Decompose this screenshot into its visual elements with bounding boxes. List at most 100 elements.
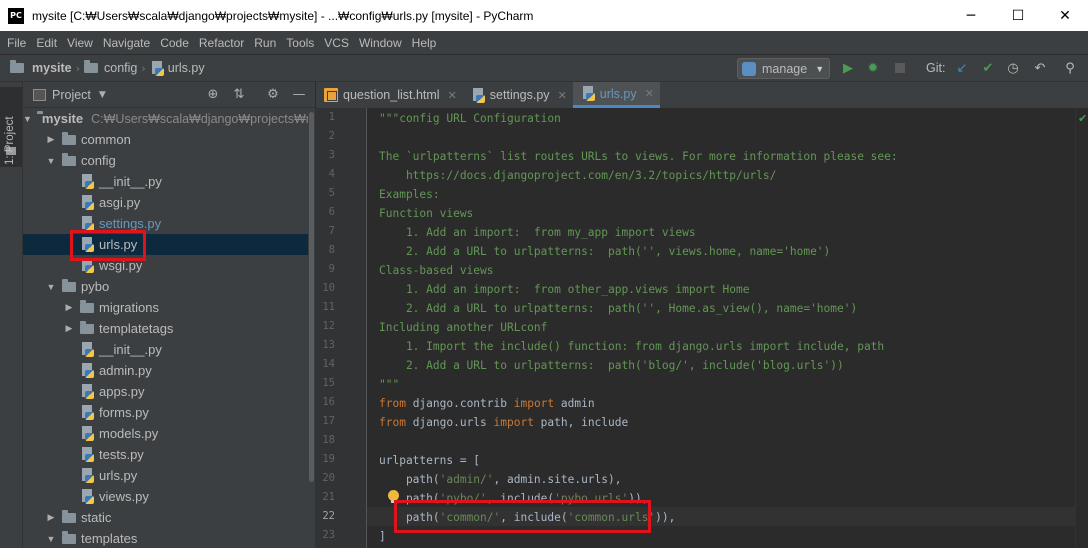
code-token: )), bbox=[655, 511, 676, 524]
expanded-arrow-icon[interactable]: ▼ bbox=[45, 282, 57, 292]
code-editor[interactable]: """config URL Configuration The `urlpatte… bbox=[367, 108, 1075, 548]
collapsed-arrow-icon[interactable]: ▶ bbox=[45, 134, 57, 145]
code-token: 2. Add a URL to urlpatterns: path('', vi… bbox=[379, 245, 831, 258]
tree-item-label: templates bbox=[81, 531, 138, 546]
tree-item-label: __init__.py bbox=[99, 174, 162, 189]
expanded-arrow-icon[interactable]: ▼ bbox=[45, 156, 57, 166]
tree-folder-item[interactable]: ▶ common bbox=[23, 129, 308, 150]
tree-file-item[interactable]: urls.py bbox=[23, 465, 308, 486]
expanded-arrow-icon[interactable]: ▼ bbox=[23, 114, 32, 124]
chevron-down-icon[interactable]: ▼ bbox=[99, 90, 106, 100]
editor-scrollbar[interactable]: ✔ bbox=[1075, 108, 1088, 548]
tree-file-item[interactable]: __init__.py bbox=[23, 339, 308, 360]
project-scrollbar[interactable] bbox=[308, 108, 315, 548]
tree-file-item[interactable]: __init__.py bbox=[23, 171, 308, 192]
tree-file-item[interactable]: tests.py bbox=[23, 444, 308, 465]
breadcrumb-file[interactable]: urls.py bbox=[150, 60, 205, 76]
editor-tab[interactable]: settings.py ✕ bbox=[463, 82, 573, 108]
tree-folder-item[interactable]: ▶ templatetags bbox=[23, 318, 308, 339]
menu-item-navigate[interactable]: Navigate bbox=[98, 36, 155, 50]
minimize-button[interactable]: ─ bbox=[948, 0, 994, 31]
code-line: 1. Add an import: from my_app import vie… bbox=[379, 223, 696, 242]
tree-file-item[interactable]: admin.py bbox=[23, 360, 308, 381]
git-update-icon[interactable]: ↙ bbox=[954, 60, 970, 76]
menu-item-vcs[interactable]: VCS bbox=[319, 36, 354, 50]
menu-item-tools[interactable]: Tools bbox=[281, 36, 319, 50]
hide-panel-icon[interactable]: — bbox=[291, 86, 307, 102]
tree-folder-item[interactable]: ▼ pybo bbox=[23, 276, 308, 297]
python-file-icon bbox=[80, 342, 94, 357]
collapsed-arrow-icon[interactable]: ▶ bbox=[63, 302, 75, 313]
tree-file-item[interactable]: wsgi.py bbox=[23, 255, 308, 276]
code-token: Including another URLconf bbox=[379, 321, 548, 334]
breadcrumb-separator-icon: › bbox=[75, 61, 81, 75]
editor-tab[interactable]: question_list.html ✕ bbox=[316, 82, 463, 108]
collapse-all-icon[interactable]: ⇅ bbox=[231, 86, 247, 102]
line-number: 19 bbox=[322, 453, 335, 465]
breadcrumb-root[interactable]: mysite bbox=[10, 60, 72, 75]
tree-folder-item[interactable]: ▼ mysite C:₩Users₩scala₩django₩projects₩my… bbox=[23, 108, 308, 129]
close-button[interactable]: ✕ bbox=[1042, 0, 1088, 31]
locate-file-icon[interactable]: ⊕ bbox=[205, 86, 221, 102]
run-configuration-select[interactable]: manage ▼ bbox=[737, 58, 830, 79]
code-line: 2. Add a URL to urlpatterns: path('blog/… bbox=[379, 356, 844, 375]
breadcrumb-folder[interactable]: config bbox=[84, 60, 137, 75]
menu-item-run[interactable]: Run bbox=[249, 36, 281, 50]
folder-icon bbox=[84, 60, 99, 73]
collapsed-arrow-icon[interactable]: ▶ bbox=[63, 323, 75, 334]
editor-tab[interactable]: urls.py ✕ bbox=[572, 82, 660, 108]
line-number: 4 bbox=[328, 168, 335, 180]
gear-icon[interactable]: ⚙ bbox=[265, 86, 281, 102]
tree-folder-item[interactable]: ▼ config bbox=[23, 150, 308, 171]
tree-folder-item[interactable]: ▼ templates bbox=[23, 528, 308, 548]
menu-item-view[interactable]: View bbox=[62, 36, 98, 50]
debug-icon[interactable]: ✹ bbox=[865, 60, 881, 76]
project-tool-tab[interactable]: 1: Project bbox=[0, 87, 22, 167]
stop-icon[interactable] bbox=[892, 60, 908, 76]
menu-item-help[interactable]: Help bbox=[407, 36, 442, 50]
menu-item-file[interactable]: File bbox=[2, 36, 31, 50]
tree-file-item[interactable]: urls.py bbox=[23, 234, 308, 255]
tree-file-item[interactable]: asgi.py bbox=[23, 192, 308, 213]
git-commit-icon[interactable]: ✔ bbox=[980, 60, 996, 76]
project-scrollbar-thumb[interactable] bbox=[309, 112, 314, 482]
tree-file-item[interactable]: models.py bbox=[23, 423, 308, 444]
menu-item-edit[interactable]: Edit bbox=[31, 36, 62, 50]
collapsed-arrow-icon[interactable]: ▶ bbox=[45, 512, 57, 523]
line-number: 15 bbox=[322, 377, 335, 389]
close-tab-icon[interactable]: ✕ bbox=[645, 87, 654, 100]
folder-icon bbox=[62, 152, 76, 166]
line-number: 18 bbox=[322, 434, 335, 446]
run-icon[interactable]: ▶ bbox=[840, 60, 856, 76]
tree-item-label: forms.py bbox=[99, 405, 149, 420]
git-rollback-icon[interactable]: ↶ bbox=[1032, 60, 1048, 76]
tree-folder-item[interactable]: ▶ migrations bbox=[23, 297, 308, 318]
code-token: https://docs.djangoproject.com/en/3.2/to… bbox=[379, 169, 777, 182]
expanded-arrow-icon[interactable]: ▼ bbox=[45, 534, 57, 544]
project-panel-header: Project ▼ ⊕ ⇅ ⚙ — bbox=[23, 82, 315, 108]
project-panel: Project ▼ ⊕ ⇅ ⚙ — ▼ mysite C:₩Users₩scala₩… bbox=[23, 82, 315, 548]
menu-item-refactor[interactable]: Refactor bbox=[194, 36, 249, 50]
tree-file-item[interactable]: forms.py bbox=[23, 402, 308, 423]
close-tab-icon[interactable]: ✕ bbox=[558, 89, 567, 102]
project-panel-title[interactable]: Project bbox=[52, 88, 91, 102]
tree-file-item[interactable]: views.py bbox=[23, 486, 308, 507]
line-number: 7 bbox=[328, 225, 335, 237]
menu-item-window[interactable]: Window bbox=[354, 36, 407, 50]
tree-file-item[interactable]: apps.py bbox=[23, 381, 308, 402]
tree-item-label: views.py bbox=[99, 489, 149, 504]
search-everywhere-icon[interactable]: ⚲ bbox=[1062, 60, 1078, 76]
code-token: urlpatterns = [ bbox=[379, 454, 481, 467]
menu-item-code[interactable]: Code bbox=[155, 36, 194, 50]
line-number: 12 bbox=[322, 320, 335, 332]
code-token: from bbox=[379, 416, 413, 429]
tree-folder-item[interactable]: ▶ static bbox=[23, 507, 308, 528]
close-tab-icon[interactable]: ✕ bbox=[448, 89, 457, 102]
git-history-icon[interactable]: ◷ bbox=[1005, 60, 1021, 76]
tree-file-item[interactable]: settings.py bbox=[23, 213, 308, 234]
window-title-bar: PC mysite [C:₩Users₩scala₩django₩project… bbox=[0, 0, 1088, 31]
maximize-button[interactable]: ☐ bbox=[995, 0, 1041, 31]
inspection-ok-icon[interactable]: ✔ bbox=[1078, 112, 1087, 125]
code-token: The `urlpatterns` list routes URLs to vi… bbox=[379, 150, 898, 163]
line-number: 23 bbox=[322, 529, 335, 541]
